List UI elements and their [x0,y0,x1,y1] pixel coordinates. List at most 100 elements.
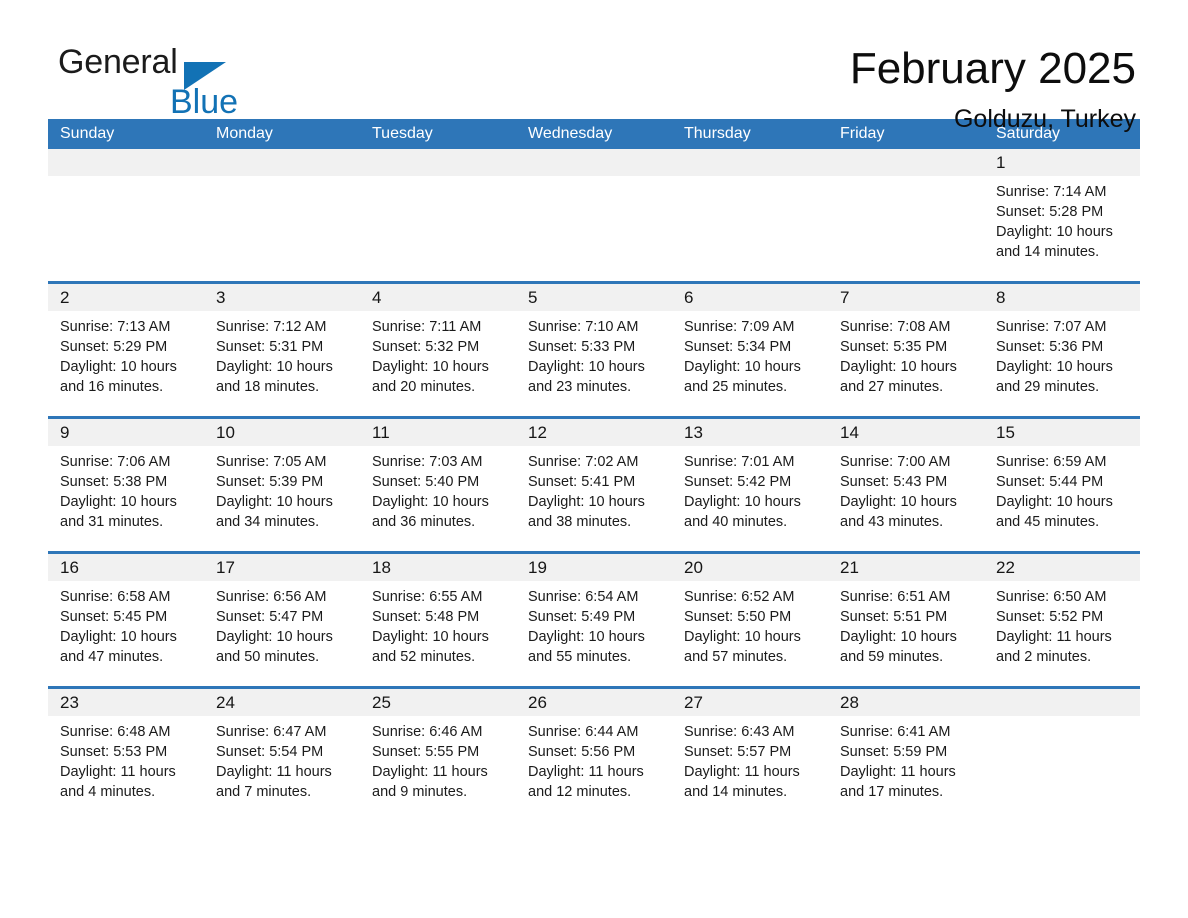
day-number-band: 4 [360,284,516,311]
sunrise-line: Sunrise: 6:59 AM [996,454,1107,470]
calendar-day-cell[interactable]: 28 Sunrise: 6:41 AM Sunset: 5:59 PM Dayligh… [828,689,984,821]
daylight-line-cont: and 29 minutes. [996,379,1100,395]
calendar-day-cell[interactable]: 14 Sunrise: 7:00 AM Sunset: 5:43 PM Dayligh… [828,419,984,551]
page-title: February 2025 [849,44,1136,93]
day-details: Sunrise: 6:56 AM Sunset: 5:47 PM Daylight:… [204,581,360,667]
daylight-line-cont: and 17 minutes. [840,784,944,800]
sunrise-line: Sunrise: 7:11 AM [372,319,482,335]
daylight-line-cont: and 52 minutes. [372,649,476,665]
calendar-day-cell[interactable]: 11 Sunrise: 7:03 AM Sunset: 5:40 PM Dayligh… [360,419,516,551]
day-number-band: 27 [672,689,828,716]
sunrise-line: Sunrise: 7:07 AM [996,319,1107,335]
calendar-week-days: 16 Sunrise: 6:58 AM Sunset: 5:45 PM Dayligh… [48,554,1140,686]
sunset-line: Sunset: 5:29 PM [60,339,168,355]
daylight-line: Daylight: 11 hours [528,764,644,780]
day-details: Sunrise: 6:52 AM Sunset: 5:50 PM Daylight:… [672,581,828,667]
calendar-week-row: 23 Sunrise: 6:48 AM Sunset: 5:53 PM Dayligh… [48,686,1140,821]
calendar-day-cell[interactable]: 10 Sunrise: 7:05 AM Sunset: 5:39 PM Dayligh… [204,419,360,551]
daylight-line: Daylight: 10 hours [684,494,801,510]
calendar-day-cell[interactable]: 3 Sunrise: 7:12 AM Sunset: 5:31 PM Daylight… [204,284,360,416]
calendar-day-cell[interactable]: 26 Sunrise: 6:44 AM Sunset: 5:56 PM Dayligh… [516,689,672,821]
daylight-line-cont: and 55 minutes. [528,649,632,665]
day-number: 10 [216,423,235,442]
calendar-day-cell[interactable]: 18 Sunrise: 6:55 AM Sunset: 5:48 PM Dayligh… [360,554,516,686]
sunrise-line: Sunrise: 7:08 AM [840,319,951,335]
day-details: Sunrise: 6:54 AM Sunset: 5:49 PM Daylight:… [516,581,672,667]
daylight-line: Daylight: 10 hours [528,359,645,375]
calendar-day-cell[interactable]: 17 Sunrise: 6:56 AM Sunset: 5:47 PM Dayligh… [204,554,360,686]
calendar-day-cell[interactable]: 24 Sunrise: 6:47 AM Sunset: 5:54 PM Dayligh… [204,689,360,821]
sunset-line: Sunset: 5:41 PM [528,474,636,490]
day-details: Sunrise: 7:07 AM Sunset: 5:36 PM Daylight:… [984,311,1140,397]
daylight-line-cont: and 25 minutes. [684,379,788,395]
calendar-day-cell[interactable]: 25 Sunrise: 6:46 AM Sunset: 5:55 PM Dayligh… [360,689,516,821]
calendar-day-cell[interactable]: 23 Sunrise: 6:48 AM Sunset: 5:53 PM Dayligh… [48,689,204,821]
daylight-line: Daylight: 10 hours [996,359,1113,375]
calendar-day-cell[interactable]: 15 Sunrise: 6:59 AM Sunset: 5:44 PM Dayligh… [984,419,1140,551]
day-number: 7 [840,288,850,307]
daylight-line: Daylight: 10 hours [372,359,489,375]
sunrise-line: Sunrise: 6:58 AM [60,589,171,605]
daylight-line: Daylight: 10 hours [528,629,645,645]
day-number: 15 [996,423,1015,442]
calendar-day-cell[interactable]: 27 Sunrise: 6:43 AM Sunset: 5:57 PM Dayligh… [672,689,828,821]
weekday-header-thursday: Thursday [684,125,751,142]
calendar-day-cell[interactable]: 16 Sunrise: 6:58 AM Sunset: 5:45 PM Dayligh… [48,554,204,686]
daylight-line-cont: and 50 minutes. [216,649,320,665]
daylight-line: Daylight: 10 hours [60,494,177,510]
calendar-day-cell[interactable]: 8 Sunrise: 7:07 AM Sunset: 5:36 PM Daylight… [984,284,1140,416]
calendar-day-cell-empty [984,689,1140,821]
day-details: Sunrise: 6:44 AM Sunset: 5:56 PM Daylight:… [516,716,672,802]
sunset-line: Sunset: 5:50 PM [684,609,792,625]
calendar-day-cell[interactable]: 7 Sunrise: 7:08 AM Sunset: 5:35 PM Daylight… [828,284,984,416]
sunrise-line: Sunrise: 6:48 AM [60,724,171,740]
sunrise-line: Sunrise: 6:54 AM [528,589,639,605]
calendar-day-cell[interactable]: 21 Sunrise: 6:51 AM Sunset: 5:51 PM Dayligh… [828,554,984,686]
sunset-line: Sunset: 5:55 PM [372,744,480,760]
day-details: Sunrise: 7:06 AM Sunset: 5:38 PM Daylight:… [48,446,204,532]
sunset-line: Sunset: 5:45 PM [60,609,168,625]
brand-logo[interactable]: General Blue [48,44,308,124]
calendar-day-cell[interactable]: 19 Sunrise: 6:54 AM Sunset: 5:49 PM Dayligh… [516,554,672,686]
sunrise-line: Sunrise: 7:14 AM [996,184,1107,200]
calendar-day-cell[interactable]: 20 Sunrise: 6:52 AM Sunset: 5:50 PM Dayligh… [672,554,828,686]
calendar-week-days: 9 Sunrise: 7:06 AM Sunset: 5:38 PM Daylight… [48,419,1140,551]
day-details: Sunrise: 7:13 AM Sunset: 5:29 PM Daylight:… [48,311,204,397]
daylight-line: Daylight: 10 hours [684,359,801,375]
sunrise-line: Sunrise: 6:56 AM [216,589,327,605]
calendar-day-cell[interactable]: 22 Sunrise: 6:50 AM Sunset: 5:52 PM Dayligh… [984,554,1140,686]
weekday-header-wednesday: Wednesday [528,125,613,142]
sunrise-line: Sunrise: 6:50 AM [996,589,1107,605]
day-details: Sunrise: 7:08 AM Sunset: 5:35 PM Daylight:… [828,311,984,397]
calendar-grid: Sunday Monday Tuesday Wednesday Thursday… [48,119,1140,821]
calendar-day-cell[interactable]: 2 Sunrise: 7:13 AM Sunset: 5:29 PM Daylight… [48,284,204,416]
sunrise-line: Sunrise: 7:02 AM [528,454,639,470]
day-number-band: 14 [828,419,984,446]
day-details: Sunrise: 7:10 AM Sunset: 5:33 PM Daylight:… [516,311,672,397]
day-number: 25 [372,693,391,712]
sunset-line: Sunset: 5:43 PM [840,474,948,490]
daylight-line-cont: and 27 minutes. [840,379,944,395]
day-number-band [204,149,360,176]
daylight-line: Daylight: 10 hours [528,494,645,510]
day-details: Sunrise: 6:50 AM Sunset: 5:52 PM Daylight:… [984,581,1140,667]
day-details [360,176,516,182]
day-details: Sunrise: 7:11 AM Sunset: 5:32 PM Daylight:… [360,311,516,397]
calendar-day-cell[interactable]: 13 Sunrise: 7:01 AM Sunset: 5:42 PM Dayligh… [672,419,828,551]
day-number-band: 3 [204,284,360,311]
calendar-day-cell[interactable]: 6 Sunrise: 7:09 AM Sunset: 5:34 PM Daylight… [672,284,828,416]
calendar-day-cell[interactable]: 9 Sunrise: 7:06 AM Sunset: 5:38 PM Daylight… [48,419,204,551]
daylight-line-cont: and 57 minutes. [684,649,788,665]
sunset-line: Sunset: 5:32 PM [372,339,480,355]
daylight-line-cont: and 38 minutes. [528,514,632,530]
calendar-day-cell[interactable]: 5 Sunrise: 7:10 AM Sunset: 5:33 PM Daylight… [516,284,672,416]
day-number-band: 23 [48,689,204,716]
calendar-day-cell[interactable]: 1 Sunrise: 7:14 AM Sunset: 5:28 PM Daylight… [984,149,1140,281]
calendar-day-cell[interactable]: 12 Sunrise: 7:02 AM Sunset: 5:41 PM Dayligh… [516,419,672,551]
day-number-band [48,149,204,176]
day-details: Sunrise: 7:01 AM Sunset: 5:42 PM Daylight:… [672,446,828,532]
calendar-day-cell-empty [204,149,360,281]
calendar-day-cell[interactable]: 4 Sunrise: 7:11 AM Sunset: 5:32 PM Daylight… [360,284,516,416]
daylight-line: Daylight: 10 hours [60,629,177,645]
daylight-line-cont: and 36 minutes. [372,514,476,530]
